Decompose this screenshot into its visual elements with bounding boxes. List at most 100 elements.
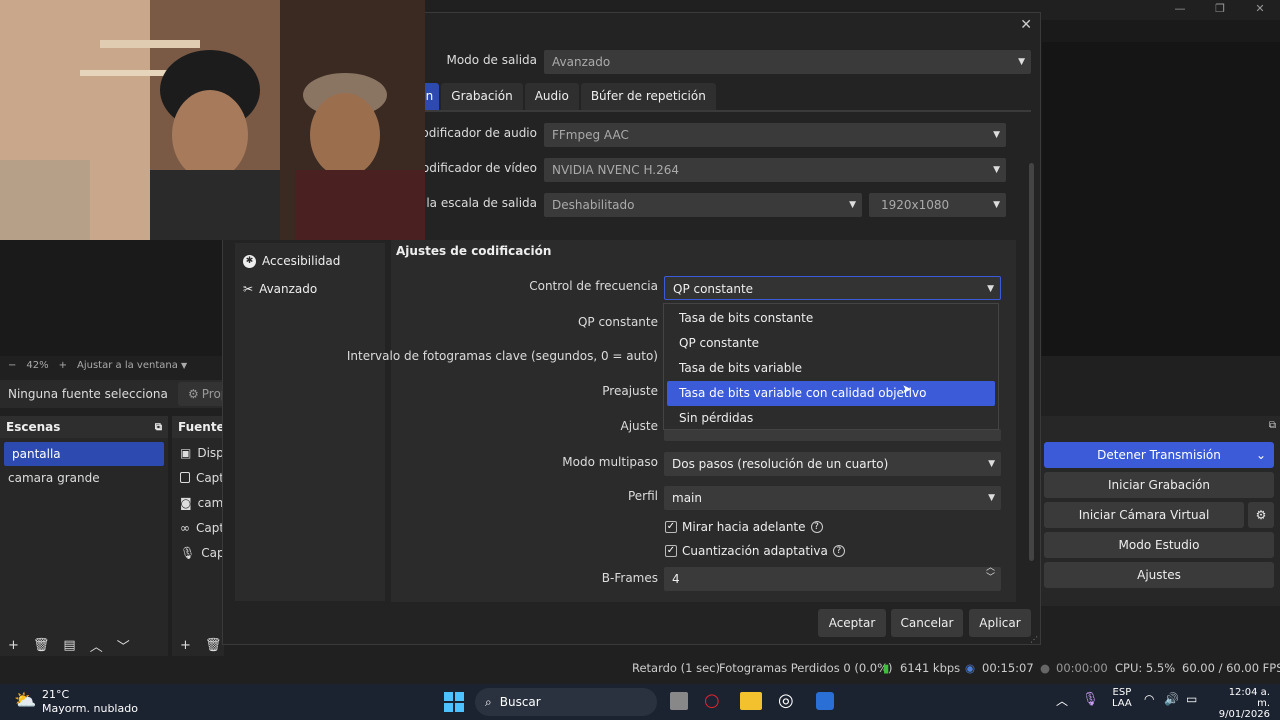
ok-button[interactable]: Aceptar	[818, 609, 886, 637]
record-icon: ●	[1040, 661, 1051, 675]
adaptive-quantization-label: Cuantización adaptativa	[682, 544, 828, 558]
zoom-fit-select[interactable]: Ajustar a la ventana ▼	[77, 360, 187, 371]
dropdown-option[interactable]: Tasa de bits constante	[667, 306, 995, 331]
battery-icon[interactable]: ▭	[1186, 692, 1197, 706]
task-view-icon[interactable]	[670, 692, 688, 710]
undock-icon[interactable]: ⧉	[1269, 420, 1276, 431]
checkmark-icon: ✓	[665, 545, 677, 557]
rescale-resolution-select[interactable]: 1920x1080 ▼	[869, 193, 1006, 217]
source-item[interactable]: ◙ cama	[172, 490, 231, 515]
opera-icon[interactable]: ○	[704, 690, 720, 711]
scrollbar[interactable]	[1029, 163, 1034, 561]
filter-icon[interactable]: ▤	[63, 638, 75, 653]
file-explorer-icon[interactable]	[740, 692, 762, 710]
undock-icon[interactable]: ⧉	[155, 422, 162, 433]
obs-icon[interactable]: ◎	[778, 690, 794, 711]
rescale-resolution-value: 1920x1080	[881, 198, 950, 212]
help-icon[interactable]: ?	[832, 545, 845, 557]
audio-encoder-value: FFmpeg AAC	[552, 128, 629, 142]
language-indicator[interactable]: ESP LAA	[1112, 687, 1132, 709]
dropdown-option-highlighted[interactable]: Tasa de bits variable con calidad objeti…	[667, 381, 995, 406]
gear-icon[interactable]: ⚙	[1248, 502, 1274, 528]
stop-stream-label: Detener Transmisión	[1097, 448, 1221, 462]
studio-mode-button[interactable]: Modo Estudio	[1044, 532, 1274, 558]
maximize-icon[interactable]: ❐	[1200, 0, 1240, 20]
tab-audio[interactable]: Audio	[524, 83, 579, 110]
virtual-camera-button[interactable]: Iniciar Cámara Virtual	[1044, 502, 1244, 528]
tab-replay-buffer[interactable]: Búfer de repetición	[580, 83, 716, 110]
sidebar-item-accessibility[interactable]: ✱ Accesibilidad	[235, 247, 385, 275]
tune-label: Ajuste	[620, 419, 659, 433]
clock[interactable]: 12:04 a. m. 9/01/2026	[1214, 687, 1270, 720]
zoom-bar: − 42% + Ajustar a la ventana ▼	[0, 356, 230, 374]
dropdown-option[interactable]: Sin pérdidas	[667, 406, 995, 431]
adaptive-quantization-checkbox[interactable]: ✓ Cuantización adaptativa ?	[665, 544, 845, 558]
microphone-icon[interactable]: 🎙	[1082, 692, 1099, 707]
video-encoder-select[interactable]: NVIDIA NVENC H.264 ▼	[544, 158, 1006, 182]
zoom-value: 42%	[26, 359, 49, 371]
search-box[interactable]: ⌕ Buscar	[475, 688, 657, 716]
chevron-down-icon: ⌄	[1255, 448, 1266, 462]
close-window-icon[interactable]: ✕	[1240, 0, 1280, 20]
audio-encoder-select[interactable]: FFmpeg AAC ▼	[544, 123, 1006, 147]
sidebar-item-advanced[interactable]: ✂ Avanzado	[235, 275, 385, 303]
scene-item[interactable]: camara grande	[0, 466, 168, 490]
zoom-in-button[interactable]: +	[59, 360, 67, 371]
lookahead-label: Mirar hacia adelante	[682, 520, 806, 534]
resize-grip-icon[interactable]: ⋰	[1030, 635, 1038, 644]
add-scene-icon[interactable]: +	[8, 638, 19, 653]
audio-encoder-label: Codificador de audio	[413, 126, 537, 140]
multipass-select[interactable]: Dos pasos (resolución de un cuarto) ▼	[664, 452, 1001, 476]
tab-recording[interactable]: Grabación	[441, 83, 523, 110]
chevron-up-icon[interactable]: ︿	[1056, 692, 1068, 709]
video-encoder-label: Codificador de vídeo	[413, 161, 537, 175]
source-item[interactable]: ▣ Dispo	[172, 440, 231, 465]
trash-icon[interactable]: 🗑	[205, 638, 222, 653]
controls-dock: ⧉ Detener Transmisión ⌄ Iniciar Grabació…	[1040, 416, 1280, 606]
add-source-icon[interactable]: +	[180, 638, 191, 653]
weather-icon[interactable]: ⛅	[14, 690, 36, 711]
volume-icon[interactable]: 🔊	[1164, 692, 1179, 706]
scenes-title: Escenas	[6, 420, 61, 434]
help-icon[interactable]: ?	[810, 521, 823, 533]
bframes-spinbox[interactable]: 4 ︿ ﹀	[664, 563, 1001, 591]
zoom-out-button[interactable]: −	[8, 360, 16, 371]
sources-dock: Fuentes ▣ Dispo Capt ◙ cama ∞ Capt 🎙 Capt + …	[172, 416, 232, 656]
windows-taskbar: ⛅ 21°C Mayorm. nublado ⌕ Buscar ○ ◎ ︿ 🎙 …	[0, 684, 1280, 720]
move-up-icon[interactable]: ︿	[90, 636, 103, 655]
bframes-value: 4	[672, 572, 680, 586]
source-item[interactable]: ∞ Capt	[172, 515, 224, 540]
settings-button[interactable]: Ajustes	[1044, 562, 1274, 588]
chevron-down-icon: ▼	[993, 165, 1000, 175]
trash-icon[interactable]: 🗑	[33, 638, 50, 653]
source-item[interactable]: 🎙 Capt	[172, 540, 229, 565]
source-item[interactable]: Capt	[172, 465, 224, 490]
rescale-select[interactable]: Deshabilitado ▼	[544, 193, 862, 217]
preview-area-right	[1042, 42, 1280, 356]
monitor-icon: ▣	[180, 445, 192, 460]
multipass-label: Modo multipaso	[562, 455, 658, 469]
scene-item[interactable]: pantalla	[4, 442, 164, 466]
start-recording-button[interactable]: Iniciar Grabación	[1044, 472, 1274, 498]
spin-arrows-icon[interactable]: ︿ ﹀	[986, 563, 995, 583]
output-mode-select[interactable]: Avanzado ▼	[544, 50, 1031, 74]
minimize-icon[interactable]: —	[1160, 0, 1200, 20]
dropdown-option[interactable]: Tasa de bits variable	[667, 356, 995, 381]
apply-button[interactable]: Aplicar	[969, 609, 1031, 637]
lookahead-checkbox[interactable]: ✓ Mirar hacia adelante ?	[665, 520, 823, 534]
close-icon[interactable]: ✕	[1020, 17, 1032, 33]
mouse-cursor-icon: ➤	[902, 382, 913, 396]
start-icon[interactable]	[444, 692, 464, 712]
stop-stream-button[interactable]: Detener Transmisión ⌄	[1044, 442, 1274, 468]
chevron-down-icon: ▼	[987, 284, 994, 294]
dropdown-option[interactable]: QP constante	[667, 331, 995, 356]
store-icon[interactable]	[816, 692, 834, 710]
settings-sidebar: ✱ Accesibilidad ✂ Avanzado	[235, 243, 385, 601]
move-down-icon[interactable]: ﹀	[117, 636, 130, 655]
cancel-button[interactable]: Cancelar	[891, 609, 963, 637]
rate-control-select[interactable]: QP constante ▼	[664, 276, 1001, 300]
weather-desc: Mayorm. nublado	[42, 702, 138, 715]
wifi-icon[interactable]: ◠	[1144, 692, 1154, 706]
profile-select[interactable]: main ▼	[664, 486, 1001, 510]
chevron-down-icon: ▼	[988, 493, 995, 503]
